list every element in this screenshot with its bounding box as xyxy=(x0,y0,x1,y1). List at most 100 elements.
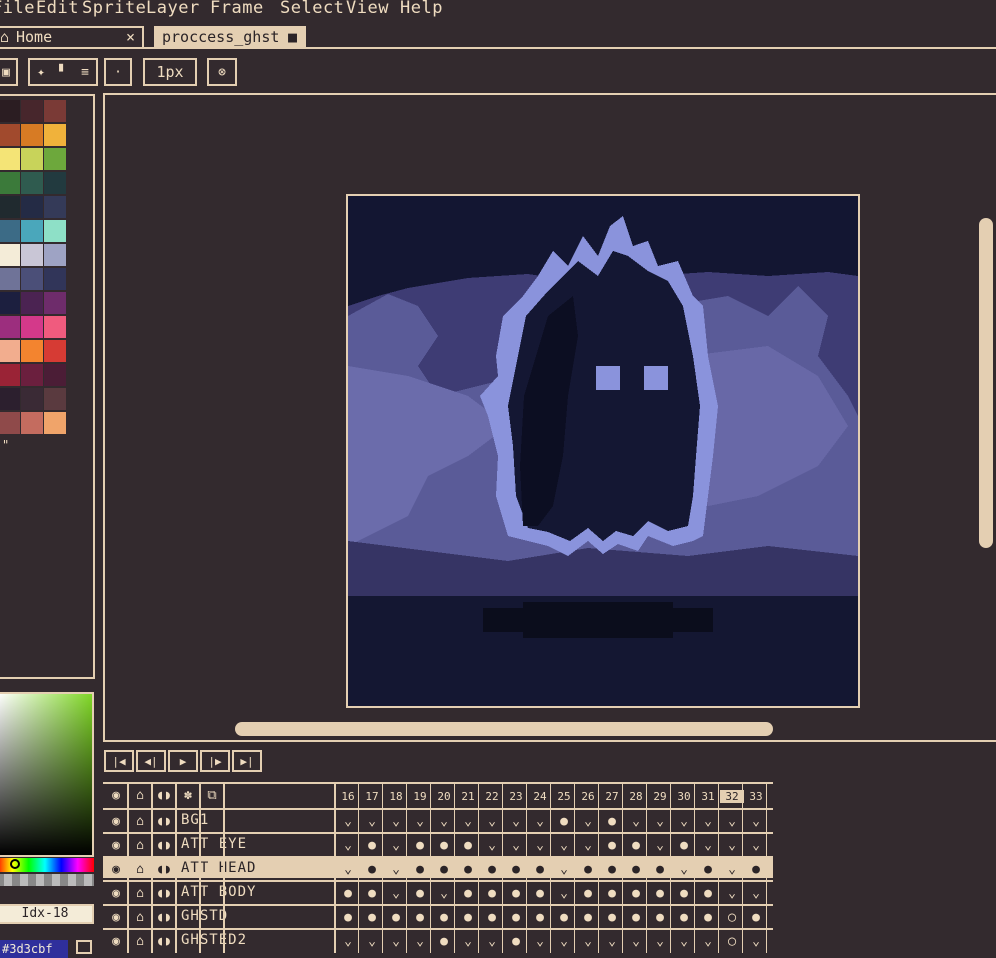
continuous-icon[interactable]: ◖◗ xyxy=(153,882,175,904)
cel[interactable]: ⌄ xyxy=(696,810,720,832)
palette-swatch[interactable] xyxy=(44,100,66,122)
frame-number[interactable]: 26 xyxy=(576,790,600,803)
cel[interactable]: ⌄ xyxy=(696,834,720,856)
cel[interactable]: ● xyxy=(408,882,432,904)
home-toolbar-button[interactable]: ▣ xyxy=(0,58,18,86)
cel[interactable]: ● xyxy=(432,906,456,928)
menu-layer[interactable]: Layer xyxy=(146,0,200,18)
first-frame-button[interactable]: |◀ xyxy=(104,750,134,772)
palette-swatch[interactable] xyxy=(44,364,66,386)
cel[interactable]: ● xyxy=(504,882,528,904)
layer-row[interactable]: ◉ ⌂ ◖◗ ATT EYE ⌄ ● ⌄ ● ● ● ⌄ ⌄ ⌄ ⌄ ⌄ ● ● ⌄ ● ⌄ ⌄ ⌄ xyxy=(103,832,773,854)
cel[interactable]: ⌄ xyxy=(648,930,672,952)
layer-name[interactable]: ATT EYE xyxy=(181,836,247,852)
palette-swatch[interactable] xyxy=(44,148,66,170)
cel[interactable]: ● xyxy=(528,906,552,928)
frame-number[interactable]: 22 xyxy=(480,790,504,803)
palette-swatch[interactable] xyxy=(21,268,43,290)
cel[interactable]: ⌄ xyxy=(336,858,360,880)
cel[interactable]: ● xyxy=(360,882,384,904)
cel[interactable]: ⌄ xyxy=(744,834,768,856)
frame-number[interactable]: 30 xyxy=(672,790,696,803)
cel-current-frame[interactable]: ⌄ xyxy=(720,882,744,904)
cel[interactable]: ● xyxy=(696,858,720,880)
cel[interactable]: ● xyxy=(480,882,504,904)
layer-row[interactable]: ◉ ⌂ ◖◗ GHSTED2 ⌄ ⌄ ⌄ ⌄ ● ⌄ ⌄ ● ⌄ ⌄ ⌄ ⌄ ⌄ ⌄ ⌄ ⌄ ◯ ⌄ xyxy=(103,928,773,950)
palette-swatch[interactable] xyxy=(44,124,66,146)
palette-swatch[interactable] xyxy=(44,316,66,338)
layer-row[interactable]: ◉ ⌂ ◖◗ ATT BODY ● ● ⌄ ● ⌄ ● ● ● ● ⌄ ● ● ● ● ● ● ⌄ ⌄ xyxy=(103,880,773,902)
palette-swatch[interactable] xyxy=(0,196,20,218)
cel[interactable]: ● xyxy=(384,906,408,928)
hex-color-field[interactable]: #3d3cbf xyxy=(0,940,68,958)
cel[interactable]: ● xyxy=(624,858,648,880)
onion-skin-icon[interactable]: ✽ xyxy=(177,784,199,806)
cel[interactable]: ● xyxy=(744,906,768,928)
bookmark-icon[interactable]: ▘ xyxy=(59,65,67,80)
cel[interactable]: ● xyxy=(408,858,432,880)
cel[interactable]: ⌄ xyxy=(336,930,360,952)
cel[interactable]: ⌄ xyxy=(624,810,648,832)
cel[interactable]: ● xyxy=(576,906,600,928)
menu-select[interactable]: Select xyxy=(280,0,344,18)
cel[interactable]: ● xyxy=(744,858,768,880)
frame-number[interactable]: 23 xyxy=(504,790,528,803)
palette-swatch[interactable] xyxy=(0,244,20,266)
cel[interactable]: ● xyxy=(600,858,624,880)
cel[interactable]: ⌄ xyxy=(576,810,600,832)
palette-swatch[interactable] xyxy=(0,148,20,170)
palette-swatch[interactable] xyxy=(21,196,43,218)
palette-swatch[interactable] xyxy=(44,172,66,194)
palette-swatch[interactable] xyxy=(44,220,66,242)
cel[interactable]: ⌄ xyxy=(480,810,504,832)
cel[interactable]: ⌄ xyxy=(552,930,576,952)
cel[interactable]: ⌄ xyxy=(576,834,600,856)
cel[interactable]: ⌄ xyxy=(696,930,720,952)
layer-row[interactable]: ◉ ⌂ ◖◗ ATT HEAD ⌄ ● ⌄ ● ● ● ● ● ● ⌄ ● ● ● ● ⌄ ● ⌄ ● xyxy=(103,856,773,878)
cel[interactable]: ⌄ xyxy=(384,834,408,856)
cel[interactable]: ● xyxy=(480,906,504,928)
cel[interactable]: ⌄ xyxy=(336,810,360,832)
layer-name[interactable]: GHSTD xyxy=(181,908,228,924)
cel[interactable]: ● xyxy=(576,882,600,904)
pixel-perfect-button[interactable]: ⊗ xyxy=(207,58,237,86)
cel[interactable]: ● xyxy=(696,882,720,904)
last-frame-button[interactable]: ▶| xyxy=(232,750,262,772)
modified-indicator-icon[interactable]: ■ xyxy=(288,28,297,46)
cel[interactable]: ● xyxy=(456,906,480,928)
palette-swatch[interactable] xyxy=(44,268,66,290)
brush-size-field[interactable]: 1px xyxy=(143,58,197,86)
cel[interactable]: ⌄ xyxy=(648,834,672,856)
palette-more-icon[interactable]: " xyxy=(2,438,9,452)
frame-number[interactable]: 29 xyxy=(648,790,672,803)
cel[interactable]: ● xyxy=(360,834,384,856)
palette-swatch[interactable] xyxy=(21,100,43,122)
lock-icon[interactable]: ⌂ xyxy=(129,906,151,928)
color-mode-button[interactable] xyxy=(76,940,92,954)
lock-icon[interactable]: ⌂ xyxy=(129,858,151,880)
cel[interactable]: ● xyxy=(528,882,552,904)
cel[interactable]: ● xyxy=(528,858,552,880)
cel[interactable]: ⌄ xyxy=(624,930,648,952)
cel[interactable]: ⌄ xyxy=(504,834,528,856)
cel[interactable]: ⌄ xyxy=(408,930,432,952)
cel[interactable]: ⌄ xyxy=(744,930,768,952)
cel[interactable]: ● xyxy=(648,882,672,904)
frame-number[interactable]: 20 xyxy=(432,790,456,803)
cel[interactable]: ● xyxy=(648,906,672,928)
frame-number[interactable]: 25 xyxy=(552,790,576,803)
cel[interactable]: ⌄ xyxy=(384,930,408,952)
layer-row[interactable]: ◉ ⌂ ◖◗ BG1 ⌄ ⌄ ⌄ ⌄ ⌄ ⌄ ⌄ ⌄ ⌄ ● ⌄ ● ⌄ ⌄ ⌄ ⌄ ⌄ ⌄ xyxy=(103,808,773,830)
palette-swatch[interactable] xyxy=(44,340,66,362)
frame-number[interactable]: 28 xyxy=(624,790,648,803)
frame-number[interactable]: 24 xyxy=(528,790,552,803)
cel[interactable]: ⌄ xyxy=(360,810,384,832)
cel[interactable]: ⌄ xyxy=(672,810,696,832)
hue-handle[interactable] xyxy=(10,859,20,869)
cel[interactable]: ⌄ xyxy=(504,810,528,832)
palette-swatch[interactable] xyxy=(21,316,43,338)
palette-swatch[interactable] xyxy=(21,244,43,266)
menu-edit[interactable]: Edit xyxy=(36,0,79,18)
cel[interactable]: ● xyxy=(672,906,696,928)
cel[interactable]: ⌄ xyxy=(480,930,504,952)
